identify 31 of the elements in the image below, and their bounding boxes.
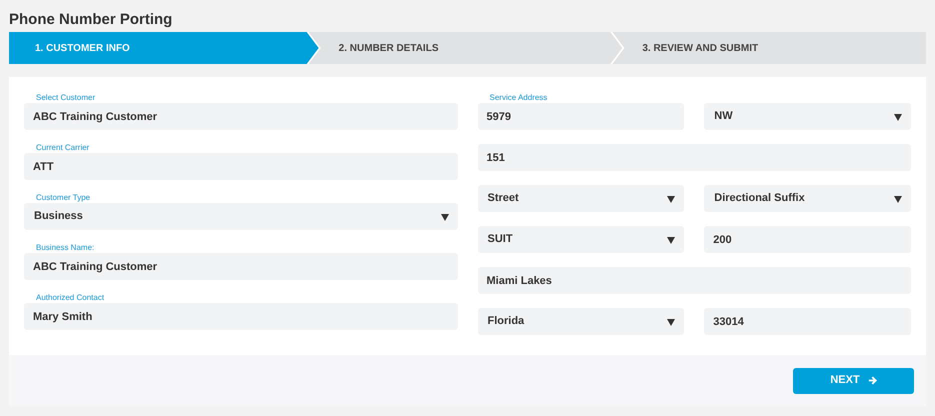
- select-dropdown[interactable]: NW: [704, 103, 911, 130]
- select-dropdown[interactable]: Florida: [478, 308, 684, 335]
- field-label: Customer Type: [35, 193, 92, 203]
- dropdown-caret-icon: [894, 112, 902, 120]
- input-field[interactable]: ABC Training Customer: [24, 253, 458, 280]
- input-field[interactable]: ABC Training Customer: [24, 103, 458, 130]
- select-dropdown[interactable]: Business: [24, 203, 458, 230]
- dropdown-caret-icon: [667, 236, 676, 244]
- field-label: Business Name:: [35, 243, 96, 253]
- field-label: Select Customer: [35, 93, 96, 103]
- page-title: Phone Number Porting: [8, 10, 174, 30]
- field-label: Current Carrier: [35, 143, 90, 153]
- input-field[interactable]: 33014: [704, 308, 911, 335]
- dropdown-caret-icon: [440, 212, 448, 220]
- input-field[interactable]: 151: [478, 144, 911, 171]
- dropdown-caret-icon: [894, 194, 902, 202]
- wizard-step-tab[interactable]: 3. REVIEW AND SUBMIT: [612, 32, 926, 64]
- field-label: Service Address: [488, 93, 548, 103]
- select-dropdown[interactable]: SUIT: [478, 226, 684, 253]
- dropdown-caret-icon: [667, 318, 676, 326]
- select-dropdown[interactable]: Directional Suffix: [704, 185, 911, 212]
- input-field[interactable]: ATT: [24, 153, 458, 180]
- field-label: Authorized Contact: [35, 293, 106, 303]
- arrow-right-icon: [868, 376, 877, 385]
- input-field[interactable]: 5979: [478, 103, 684, 130]
- input-field[interactable]: Mary Smith: [24, 303, 458, 330]
- dropdown-caret-icon: [667, 194, 676, 202]
- input-field[interactable]: Miami Lakes: [478, 267, 911, 294]
- input-field[interactable]: 200: [704, 226, 911, 253]
- wizard-step-tab[interactable]: 2. NUMBER DETAILS: [308, 32, 622, 64]
- select-dropdown[interactable]: Street: [478, 185, 684, 212]
